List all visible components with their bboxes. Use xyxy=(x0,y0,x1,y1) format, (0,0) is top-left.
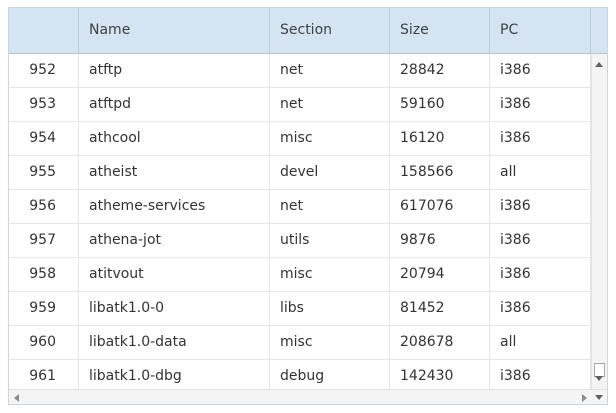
column-header-section[interactable]: Section xyxy=(270,8,390,53)
column-header-pc[interactable]: PC xyxy=(490,8,591,53)
table-row[interactable]: 953 atftpd net 59160 i386 xyxy=(9,88,591,122)
horizontal-scrollbar[interactable] xyxy=(9,389,607,404)
cell-section: misc xyxy=(270,122,390,155)
chevron-down-icon[interactable] xyxy=(595,376,603,381)
cell-pc: i386 xyxy=(490,258,591,291)
column-header-size[interactable]: Size xyxy=(390,8,490,53)
table-row[interactable]: 957 athena-jot utils 9876 i386 xyxy=(9,224,591,258)
cell-size: 158566 xyxy=(390,156,490,189)
cell-name: atftpd xyxy=(79,88,270,121)
cell-section: net xyxy=(270,190,390,223)
cell-id: 954 xyxy=(9,122,79,155)
cell-id: 953 xyxy=(9,88,79,121)
cell-id: 955 xyxy=(9,156,79,189)
cell-name: athcool xyxy=(79,122,270,155)
cell-pc: i386 xyxy=(490,360,591,389)
cell-section: devel xyxy=(270,156,390,189)
cell-id: 958 xyxy=(9,258,79,291)
cell-name: atheist xyxy=(79,156,270,189)
column-header-spacer xyxy=(591,8,607,53)
cell-name: athena-jot xyxy=(79,224,270,257)
cell-size: 28842 xyxy=(390,54,490,87)
grid-body: 952 atftp net 28842 i386 953 atftpd net … xyxy=(9,54,591,389)
cell-name: atitvout xyxy=(79,258,270,291)
column-header-id[interactable] xyxy=(9,8,79,53)
cell-section: libs xyxy=(270,292,390,325)
chevron-up-icon[interactable] xyxy=(595,62,603,67)
table-row[interactable]: 954 athcool misc 16120 i386 xyxy=(9,122,591,156)
cell-pc: i386 xyxy=(490,224,591,257)
cell-size: 208678 xyxy=(390,326,490,359)
cell-size: 81452 xyxy=(390,292,490,325)
table-row[interactable]: 958 atitvout misc 20794 i386 xyxy=(9,258,591,292)
cell-section: misc xyxy=(270,258,390,291)
table-row[interactable]: 959 libatk1.0-0 libs 81452 i386 xyxy=(9,292,591,326)
cell-pc: i386 xyxy=(490,122,591,155)
cell-section: net xyxy=(270,88,390,121)
cell-id: 952 xyxy=(9,54,79,87)
cell-size: 16120 xyxy=(390,122,490,155)
grid-header: Name Section Size PC xyxy=(9,8,607,54)
cell-id: 960 xyxy=(9,326,79,359)
cell-pc: all xyxy=(490,326,591,359)
data-grid: Name Section Size PC 952 atftp net 28842… xyxy=(8,7,608,405)
cell-pc: i386 xyxy=(490,88,591,121)
cell-name: libatk1.0-data xyxy=(79,326,270,359)
cell-section: debug xyxy=(270,360,390,389)
chevron-down-icon[interactable] xyxy=(595,395,603,400)
cell-pc: i386 xyxy=(490,292,591,325)
cell-pc: all xyxy=(490,156,591,189)
cell-id: 961 xyxy=(9,360,79,389)
cell-section: utils xyxy=(270,224,390,257)
cell-name: libatk1.0-0 xyxy=(79,292,270,325)
cell-size: 142430 xyxy=(390,360,490,389)
table-row[interactable]: 961 libatk1.0-dbg debug 142430 i386 xyxy=(9,360,591,389)
chevron-left-icon[interactable] xyxy=(14,394,19,402)
cell-id: 957 xyxy=(9,224,79,257)
cell-id: 959 xyxy=(9,292,79,325)
cell-size: 20794 xyxy=(390,258,490,291)
vertical-scrollbar[interactable] xyxy=(591,54,607,389)
table-row[interactable]: 955 atheist devel 158566 all xyxy=(9,156,591,190)
table-row[interactable]: 960 libatk1.0-data misc 208678 all xyxy=(9,326,591,360)
cell-size: 59160 xyxy=(390,88,490,121)
cell-size: 617076 xyxy=(390,190,490,223)
cell-section: net xyxy=(270,54,390,87)
cell-name: atftp xyxy=(79,54,270,87)
cell-pc: i386 xyxy=(490,190,591,223)
cell-pc: i386 xyxy=(490,54,591,87)
cell-section: misc xyxy=(270,326,390,359)
cell-id: 956 xyxy=(9,190,79,223)
chevron-right-icon[interactable] xyxy=(582,394,587,402)
cell-name: atheme-services xyxy=(79,190,270,223)
cell-size: 9876 xyxy=(390,224,490,257)
column-header-name[interactable]: Name xyxy=(79,8,270,53)
table-row[interactable]: 956 atheme-services net 617076 i386 xyxy=(9,190,591,224)
cell-name: libatk1.0-dbg xyxy=(79,360,270,389)
table-row[interactable]: 952 atftp net 28842 i386 xyxy=(9,54,591,88)
vertical-scroll-thumb[interactable] xyxy=(594,363,605,377)
